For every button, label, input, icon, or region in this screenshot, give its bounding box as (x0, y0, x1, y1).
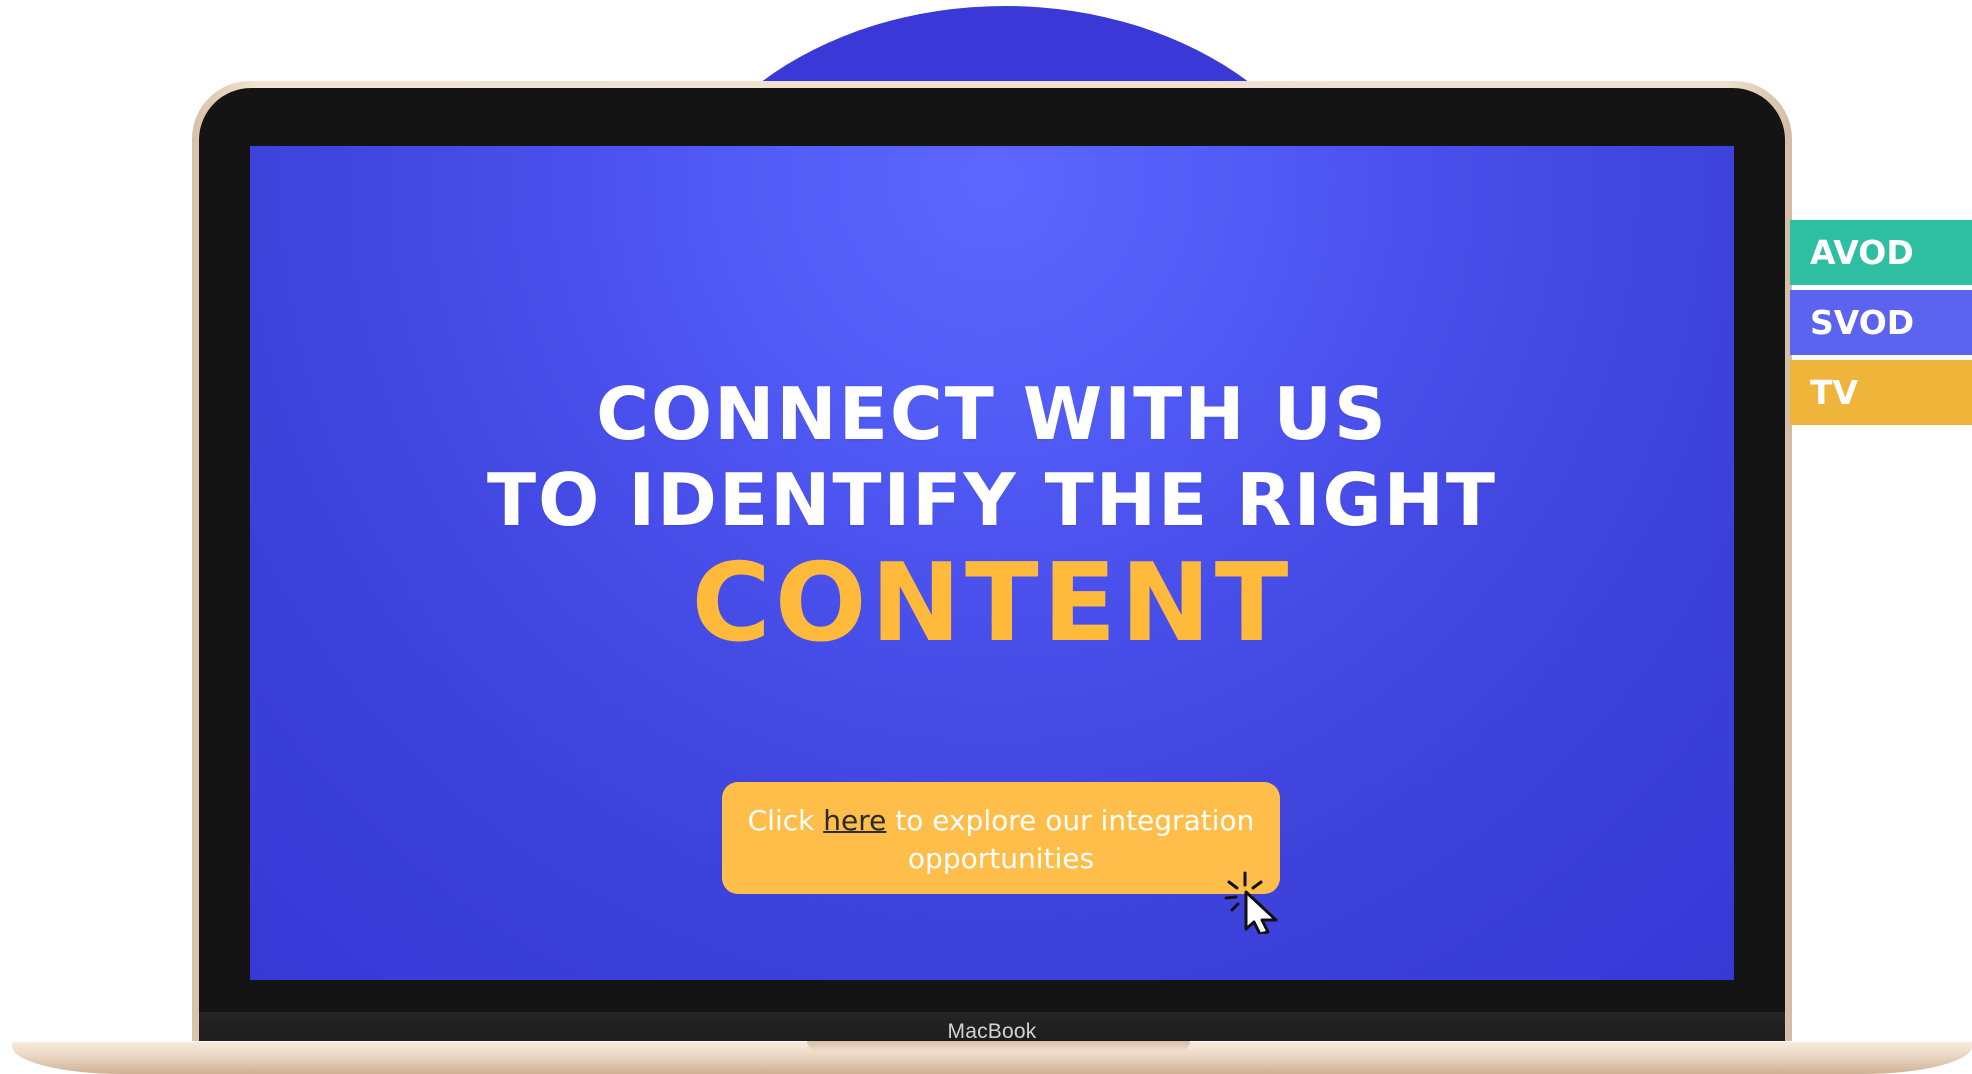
integration-cta-button[interactable]: Click here to explore our integration op… (722, 782, 1280, 894)
channel-tab-tv[interactable]: TV (1790, 360, 1972, 425)
headline-line-2: TO IDENTIFY THE RIGHT (487, 458, 1497, 542)
hero-headline: CONNECT WITH US TO IDENTIFY THE RIGHT CO… (250, 378, 1734, 658)
headline-line-1: CONNECT WITH US (596, 372, 1388, 456)
laptop-base-notch (807, 1041, 1190, 1051)
headline-accent-word: CONTENT (691, 541, 1293, 666)
channel-tab-label: TV (1810, 373, 1859, 412)
channel-tab-label: AVOD (1810, 233, 1914, 272)
laptop-base (12, 1041, 1972, 1074)
channel-tabs: AVOD SVOD TV (1790, 220, 1972, 430)
cta-here-link[interactable]: here (823, 804, 886, 837)
channel-tab-avod[interactable]: AVOD (1790, 220, 1972, 285)
channel-tab-label: SVOD (1810, 303, 1915, 342)
channel-tab-svod[interactable]: SVOD (1790, 290, 1972, 355)
promo-stage: MacBook CONNECT WITH US TO IDENTIFY THE … (0, 0, 1972, 1074)
laptop-screen: CONNECT WITH US TO IDENTIFY THE RIGHT CO… (250, 146, 1734, 980)
cursor-click-icon (1224, 871, 1278, 934)
cta-suffix: to explore our integration opportunities (886, 804, 1255, 875)
cta-prefix: Click (747, 804, 824, 837)
